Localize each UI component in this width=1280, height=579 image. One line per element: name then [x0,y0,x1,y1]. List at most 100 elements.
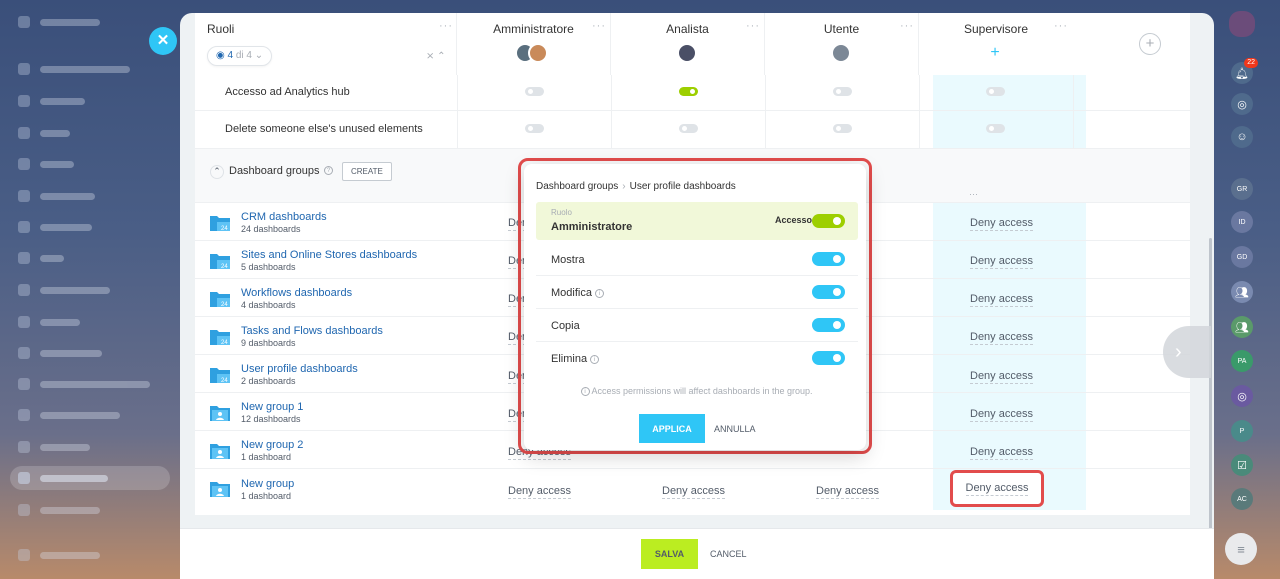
group-name[interactable]: Tasks and Flows dashboards [241,325,383,337]
nav-item[interactable] [18,251,64,265]
group-name[interactable]: CRM dashboards [241,211,327,223]
group-icon[interactable]: 👥︎ [1231,281,1253,303]
nav-item[interactable] [18,440,90,454]
scroll-right-button[interactable]: › [1163,326,1211,378]
nav-item[interactable] [18,220,92,234]
more-icon[interactable]: ··· [1054,20,1068,32]
group-name[interactable]: New group [241,478,294,490]
popup-cancel-button[interactable]: ANNULLA [714,414,756,443]
create-group-button[interactable]: CREATE [342,162,392,181]
more-icon[interactable]: ··· [900,20,914,32]
add-member-icon[interactable]: + [985,43,1005,63]
nav-item[interactable] [18,408,120,422]
collapse-expand-icon[interactable]: ⨯ ⌃ [426,51,446,62]
nav-item[interactable] [18,189,95,203]
close-slider-button[interactable]: ✕ [149,27,177,55]
chat-avatar[interactable]: ID [1231,211,1253,233]
more-icon[interactable]: ··· [746,20,760,32]
cancel-button[interactable]: CANCEL [710,539,747,569]
highlighted-access-cell[interactable]: Deny access [950,470,1044,507]
nav-item[interactable] [18,315,80,329]
more-icon[interactable]: ··· [592,20,606,32]
group-name[interactable]: New group 1 [241,401,303,413]
permission-toggle[interactable] [986,87,1005,96]
breadcrumb-parent[interactable]: Dashboard groups [536,181,618,192]
group-label[interactable]: New group 2 1 dashboard [241,439,303,462]
group-label[interactable]: New group 1 12 dashboards [241,401,303,424]
access-cell[interactable]: Deny access [508,484,571,499]
access-cell[interactable]: Deny access [970,292,1033,307]
group-label[interactable]: Sites and Online Stores dashboards 5 das… [241,249,417,272]
edit-toggle[interactable] [812,285,845,299]
avatar[interactable] [677,43,697,63]
access-cell[interactable]: Deny access [970,330,1033,345]
access-cell[interactable]: Deny access [970,445,1033,460]
save-button[interactable]: SALVA [641,539,698,569]
chat-avatar[interactable]: GR [1231,178,1253,200]
access-toggle[interactable] [812,214,845,228]
info-icon[interactable]: i [594,289,604,298]
access-cell[interactable]: Deny access [970,216,1033,231]
group-label[interactable]: Workflows dashboards 4 dashboards [241,287,352,310]
group-label[interactable]: New group 1 dashboard [241,478,294,501]
chevron-up-icon[interactable]: ⌃ [210,165,224,179]
permission-toggle[interactable] [679,87,698,96]
nav-item[interactable] [18,126,70,140]
permission-label: Accesso ad Analytics hub [225,86,350,98]
avatar[interactable] [831,43,851,63]
group-name[interactable]: Sites and Online Stores dashboards [241,249,417,261]
permission-toggle[interactable] [833,87,852,96]
add-role-button[interactable]: + [1139,33,1161,55]
access-cell[interactable]: Deny access [965,481,1029,496]
permission-toggle[interactable] [525,124,544,133]
help-icon[interactable]: ? [324,166,333,175]
nav-item[interactable] [18,62,130,76]
chat-avatar[interactable]: P [1231,420,1253,442]
nav-item[interactable] [18,346,102,360]
access-cell[interactable]: Deny access [970,369,1033,384]
group-icon[interactable]: 👥︎ [1231,316,1253,338]
chat-icon[interactable]: ☺ [1231,126,1253,148]
avatar[interactable] [528,43,548,63]
chat-avatar[interactable]: PA [1231,350,1253,372]
permission-toggle[interactable] [679,124,698,133]
group-label[interactable]: Tasks and Flows dashboards 9 dashboards [241,325,383,348]
nav-item[interactable] [18,471,108,485]
nav-item[interactable] [18,94,85,108]
nav-item[interactable] [18,283,110,297]
group-label[interactable]: User profile dashboards 2 dashboards [241,363,358,386]
access-cell[interactable]: Deny access [816,484,879,499]
chat-avatar[interactable]: AC [1231,488,1253,510]
permission-toggle[interactable] [833,124,852,133]
access-cell[interactable]: Deny access [662,484,725,499]
permission-toggle[interactable] [525,87,544,96]
group-name[interactable]: User profile dashboards [241,363,358,375]
group-name[interactable]: Workflows dashboards [241,287,352,299]
task-icon[interactable]: ☑ [1231,454,1253,476]
menu-button[interactable]: ≡ [1225,533,1257,565]
group-name[interactable]: New group 2 [241,439,303,451]
permission-toggle[interactable] [986,124,1005,133]
info-icon[interactable]: i [590,355,600,364]
delete-toggle[interactable] [812,351,845,365]
user-avatar[interactable] [1229,11,1255,37]
nav-item[interactable] [18,503,100,517]
apply-button[interactable]: APPLICA [639,414,705,443]
access-cell[interactable]: Deny access [970,407,1033,422]
nav-item[interactable] [18,15,100,29]
nav-item[interactable] [18,548,100,562]
more-icon[interactable]: ··· [439,20,453,32]
access-cell[interactable]: Deny access [970,254,1033,269]
spiral-icon[interactable]: ◎ [1231,385,1253,407]
copy-toggle[interactable] [812,318,845,332]
show-toggle[interactable] [812,252,845,266]
role-counter[interactable]: ◉ 4 di 4 ⌄ [207,46,273,66]
nav-item[interactable] [18,157,74,171]
group-label[interactable]: CRM dashboards 24 dashboards [241,211,327,234]
bell-icon[interactable]: 🔔︎ 22 [1231,58,1258,84]
spiral-icon[interactable]: ◎ [1231,93,1253,115]
more-icon[interactable]: ··· [969,189,978,199]
chat-avatar[interactable]: GD [1231,246,1253,268]
nav-item[interactable] [18,377,150,391]
scrollbar[interactable] [1209,238,1212,578]
